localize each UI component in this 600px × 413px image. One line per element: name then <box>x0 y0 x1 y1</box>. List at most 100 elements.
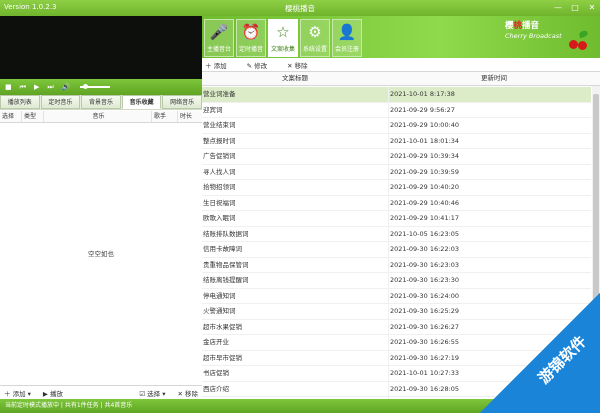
star-icon: ☆ <box>276 23 290 41</box>
feature-member-button[interactable]: 👤 会员注册 <box>332 19 362 57</box>
row-time: 2021-09-29 10:39:59 <box>388 164 591 179</box>
table-row[interactable]: 营业结束词 2021-09-29 10:00:40 <box>202 118 591 134</box>
row-title: 结账离钱提醒词 <box>203 276 249 284</box>
play-button[interactable]: ▶ <box>34 83 39 91</box>
volume-handle[interactable] <box>83 84 89 89</box>
volume-slider[interactable] <box>80 84 111 89</box>
row-title: 生日祝福词 <box>203 198 236 207</box>
table-row[interactable]: 贵重物品保管词 2021-09-30 16:23:03 <box>202 257 591 273</box>
remove-content-button[interactable]: ✕ 移除 <box>287 60 308 70</box>
ops-add-label: 添加 <box>213 61 227 70</box>
table-row[interactable]: 生日祝福词 2021-09-29 10:40:46 <box>202 195 591 211</box>
watermark: 游锦软件 <box>480 293 600 413</box>
table-row[interactable]: 整点报时词 2021-10-01 18:01:34 <box>202 133 591 149</box>
maximize-button[interactable]: □ <box>569 2 581 13</box>
feature-label: 主播音台 <box>206 46 231 53</box>
col-select[interactable]: 选择 <box>0 111 22 122</box>
title-bar: Version 1.0.2.3 樱桃播音 — □ ✕ <box>0 0 600 16</box>
select-button[interactable]: ☑ 选择 ▾ <box>139 388 165 398</box>
table-row[interactable]: 寻人找人词 2021-09-29 10:39:59 <box>202 164 591 180</box>
tab-timed-music[interactable]: 定时音乐 <box>40 95 81 109</box>
table-row[interactable]: 拾物招领词 2021-09-29 10:40:20 <box>202 180 591 196</box>
ops-edit-label: 修改 <box>254 61 268 70</box>
row-title: 西店介绍 <box>203 384 229 393</box>
tab-background-music[interactable]: 背景音乐 <box>81 95 121 109</box>
row-title: 结账排队数据词 <box>203 229 249 238</box>
volume-icon[interactable]: 🔊 <box>62 83 71 91</box>
clock-icon: ⏰ <box>241 23 261 41</box>
edit-content-button[interactable]: ✎ 修改 <box>247 60 268 70</box>
tab-network-music[interactable]: 网络音乐 <box>162 95 202 109</box>
col-singer[interactable]: 歌手 <box>152 111 178 122</box>
col-duration[interactable]: 时长 <box>178 111 202 122</box>
row-title: 营业词准备 <box>203 90 236 98</box>
row-time: 2021-09-29 10:40:46 <box>388 195 591 210</box>
ops-remove-label: 移除 <box>294 61 308 70</box>
feature-label: 系统设置 <box>302 46 327 53</box>
content-table-header: 文案标题 更新时间 <box>202 72 600 86</box>
next-button[interactable]: ⏭ <box>47 83 53 92</box>
add-music-button[interactable]: ＋ 添加 ▾ <box>4 388 31 398</box>
row-time: 2021-09-29 10:40:20 <box>388 180 591 195</box>
cherry-icon <box>567 29 589 50</box>
row-title: 营业结束词 <box>203 121 236 129</box>
row-title: 超市早市促销 <box>203 353 242 362</box>
player-controls: ■ ⏮ ▶ ⏭ 🔊 <box>0 79 202 95</box>
row-title: 迎宾词 <box>203 105 223 114</box>
table-row[interactable]: 结账排队数据词 2021-10-05 16:23:05 <box>202 226 591 242</box>
music-list-header: 选择 类型 音乐 歌手 时长 <box>0 111 202 123</box>
row-time: 2021-10-01 8:17:38 <box>388 87 591 102</box>
tab-playlist[interactable]: 播放列表 <box>0 95 40 109</box>
row-time: 2021-10-01 18:01:34 <box>388 133 591 148</box>
close-button[interactable]: ✕ <box>586 2 598 13</box>
row-time: 2021-09-30 16:23:03 <box>388 257 591 272</box>
left-tabs: 播放列表 定时音乐 背景音乐 音乐收藏 网络音乐 <box>0 95 202 110</box>
feature-timed-button[interactable]: ⏰ 定时播音 <box>236 19 266 57</box>
col-update-time[interactable]: 更新时间 <box>388 72 600 85</box>
row-title: 整点报时词 <box>203 136 236 145</box>
row-title: 欧歌入眠词 <box>203 214 236 222</box>
row-title: 金店开业 <box>203 338 229 346</box>
table-row[interactable]: 广告促销词 2021-09-29 10:39:34 <box>202 149 591 165</box>
table-row[interactable]: 结账离钱提醒词 2021-09-30 16:23:30 <box>202 273 591 289</box>
remove-label: 移除 <box>185 389 198 398</box>
scrollbar-thumb[interactable] <box>593 94 599 308</box>
app-window: Version 1.0.2.3 樱桃播音 — □ ✕ ■ ⏮ ▶ ⏭ 🔊 播放列… <box>0 0 600 413</box>
feature-broadcast-button[interactable]: 🎤 主播音台 <box>204 19 234 57</box>
video-preview <box>0 16 202 79</box>
col-title[interactable]: 文案标题 <box>202 72 388 85</box>
window-title: 樱桃播音 <box>285 4 315 13</box>
row-time: 2021-09-29 10:39:34 <box>388 149 591 164</box>
table-row[interactable]: 信用卡故障词 2021-09-30 16:22:03 <box>202 242 591 258</box>
row-title: 书店促销 <box>203 369 229 377</box>
gear-icon: ⚙ <box>308 23 322 41</box>
feature-copy-button[interactable]: ☆ 文案收集 <box>268 19 298 57</box>
stop-button[interactable]: ■ <box>5 83 12 91</box>
table-row[interactable]: 欧歌入眠词 2021-09-29 10:41:17 <box>202 211 591 227</box>
add-content-button[interactable]: ＋ 添加 <box>205 60 227 70</box>
play-music-button[interactable]: ▶ 播放 <box>43 388 63 398</box>
row-time: 2021-09-30 16:23:30 <box>388 273 591 288</box>
watermark-text: 游锦软件 <box>534 332 590 388</box>
col-music[interactable]: 音乐 <box>44 111 152 122</box>
app-logo: 樱桃播音 Cherry Broadcast <box>505 21 562 41</box>
feature-label: 文案收集 <box>270 46 295 53</box>
minimize-button[interactable]: — <box>552 2 564 13</box>
row-title: 寻人找人词 <box>203 167 236 176</box>
remove-music-button[interactable]: ✕ 移除 <box>177 388 198 398</box>
prev-button[interactable]: ⏮ <box>20 83 26 92</box>
row-time: 2021-10-05 16:23:05 <box>388 226 591 241</box>
table-row[interactable]: 迎宾词 2021-09-29 9:56:27 <box>202 102 591 118</box>
tab-music-favorites[interactable]: 音乐收藏 <box>121 95 162 109</box>
row-title: 拾物招领词 <box>203 183 236 191</box>
logo-char-c: 播音 <box>522 21 540 31</box>
table-row[interactable]: 营业词准备 2021-10-01 8:17:38 <box>202 87 591 103</box>
feature-settings-button[interactable]: ⚙ 系统设置 <box>300 19 330 57</box>
row-time: 2021-09-29 9:56:27 <box>388 102 591 117</box>
row-title: 停电通知词 <box>203 291 236 300</box>
col-type[interactable]: 类型 <box>22 111 44 122</box>
empty-list-text: 空空如也 <box>88 250 114 258</box>
mic-icon: 🎤 <box>209 23 229 41</box>
user-icon: 👤 <box>337 23 357 41</box>
row-title: 火警通知词 <box>203 307 236 315</box>
